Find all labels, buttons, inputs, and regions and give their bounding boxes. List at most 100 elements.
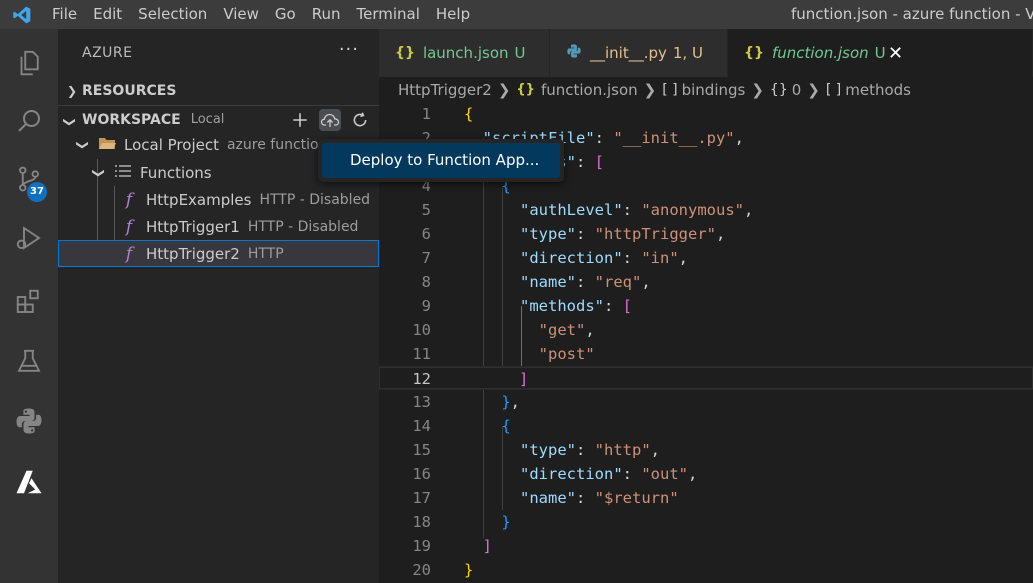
workspace-sublabel: Local bbox=[190, 112, 225, 127]
tab-init-py[interactable]: __init__.py 1, U bbox=[550, 29, 728, 77]
list-icon bbox=[114, 164, 132, 182]
code-line: 9 "methods": [ bbox=[421, 297, 633, 315]
function-icon: f bbox=[125, 189, 133, 210]
add-icon[interactable] bbox=[289, 109, 311, 131]
workspace-actions bbox=[289, 106, 371, 134]
local-project-desc: azure function bbox=[226, 136, 328, 153]
resources-section[interactable]: ❯ RESOURCES bbox=[58, 77, 379, 105]
run-debug-icon[interactable] bbox=[0, 210, 58, 266]
tab-label: __init__.py bbox=[590, 44, 667, 62]
tab-label: launch.json bbox=[422, 44, 509, 62]
python-file-icon bbox=[566, 43, 582, 63]
menu-go[interactable]: Go bbox=[267, 0, 304, 29]
activity-bar: 37 bbox=[0, 29, 58, 583]
chevron-right-icon: ❯ bbox=[497, 80, 511, 99]
azure-sidebar: AZURE ··· ❯ RESOURCES ❯ WORKSPACE Local … bbox=[58, 29, 379, 583]
extensions-icon[interactable] bbox=[0, 274, 58, 330]
code-line: 11 "post" bbox=[412, 345, 595, 363]
chevron-right-icon: ❯ bbox=[751, 80, 764, 99]
menu-file[interactable]: File bbox=[44, 0, 85, 29]
source-control-badge: 37 bbox=[27, 182, 47, 202]
tab-launch-json[interactable]: {} launch.json U bbox=[379, 29, 550, 77]
function-item[interactable]: f HttpExamples HTTP - Disabled bbox=[58, 186, 379, 213]
function-desc: HTTP bbox=[247, 245, 284, 262]
menu-edit[interactable]: Edit bbox=[85, 0, 130, 29]
code-line: 17 "name": "$return" bbox=[412, 489, 679, 507]
code-line: 1{ bbox=[421, 105, 474, 123]
refresh-icon[interactable] bbox=[349, 109, 371, 131]
deploy-to-function-app-item[interactable]: Deploy to Function App... bbox=[322, 143, 560, 178]
code-line: 8 "name": "req", bbox=[421, 273, 651, 291]
code-line: 10 "get", bbox=[412, 321, 595, 339]
json-file-icon: {} bbox=[395, 45, 415, 61]
breadcrumb-folder[interactable]: HttpTrigger2 bbox=[398, 81, 492, 99]
close-icon[interactable]: ✕ bbox=[888, 43, 903, 64]
function-item[interactable]: f HttpTrigger1 HTTP - Disabled bbox=[58, 213, 379, 240]
code-line: 14 { bbox=[412, 417, 511, 435]
function-label: HttpTrigger1 bbox=[146, 217, 240, 236]
function-item-selected[interactable]: f HttpTrigger2 HTTP bbox=[58, 240, 379, 267]
sidebar-title: AZURE bbox=[82, 45, 133, 61]
code-line: 5 "authLevel": "anonymous", bbox=[421, 201, 754, 219]
function-icon: f bbox=[125, 216, 133, 237]
tab-status: U bbox=[514, 44, 526, 62]
code-line: 19 ] bbox=[412, 537, 493, 555]
code-line: 15 "type": "http", bbox=[412, 441, 661, 459]
workspace-label: WORKSPACE bbox=[82, 111, 181, 128]
code-line: 6 "type": "httpTrigger", bbox=[421, 225, 726, 243]
vscode-logo-icon bbox=[0, 0, 44, 29]
menu-bar: File Edit Selection View Go Run Terminal… bbox=[44, 0, 478, 29]
breadcrumb: HttpTrigger2 ❯ {} function.json ❯ [ ] bi… bbox=[379, 77, 1033, 102]
title-bar: File Edit Selection View Go Run Terminal… bbox=[0, 0, 1033, 29]
chevron-down-icon: ❯ bbox=[63, 116, 77, 127]
deploy-context-menu: Deploy to Function App... bbox=[318, 139, 564, 182]
breadcrumb-methods[interactable]: methods bbox=[845, 81, 911, 99]
breadcrumb-bindings[interactable]: bindings bbox=[682, 81, 746, 99]
json-file-icon: {} bbox=[516, 82, 535, 97]
sidebar-header: AZURE ··· bbox=[58, 29, 379, 77]
chevron-right-icon: ❯ bbox=[66, 84, 78, 98]
source-control-icon[interactable]: 37 bbox=[0, 151, 58, 207]
deploy-cloud-icon[interactable] bbox=[319, 109, 341, 131]
tab-status: U bbox=[874, 44, 886, 62]
json-file-icon: {} bbox=[744, 45, 764, 61]
function-label: HttpTrigger2 bbox=[146, 244, 240, 263]
array-icon: [ ] bbox=[825, 81, 842, 98]
more-actions-icon[interactable]: ··· bbox=[339, 39, 359, 60]
testing-icon[interactable] bbox=[0, 334, 58, 390]
tab-function-json[interactable]: {} function.json U ✕ bbox=[728, 29, 1033, 77]
resources-label: RESOURCES bbox=[82, 83, 177, 99]
menu-view[interactable]: View bbox=[215, 0, 267, 29]
chevron-right-icon: ❯ bbox=[807, 80, 820, 99]
function-desc: HTTP - Disabled bbox=[259, 191, 371, 208]
azure-icon[interactable] bbox=[0, 454, 58, 510]
editor-tabs: {} launch.json U __init__.py 1, U {} fun… bbox=[379, 29, 1033, 77]
menu-run[interactable]: Run bbox=[304, 0, 349, 29]
breadcrumb-index[interactable]: 0 bbox=[792, 81, 802, 99]
code-line: 16 "direction": "out", bbox=[412, 465, 698, 483]
code-line: 7 "direction": "in", bbox=[421, 249, 688, 267]
function-label: HttpExamples bbox=[146, 190, 252, 209]
code-line: 20} bbox=[412, 561, 474, 579]
tab-label: function.json bbox=[771, 44, 869, 62]
breadcrumb-file[interactable]: function.json bbox=[541, 81, 638, 99]
code-line: 13 }, bbox=[412, 393, 521, 411]
function-icon: f bbox=[125, 243, 133, 264]
functions-label: Functions bbox=[140, 163, 212, 182]
menu-terminal[interactable]: Terminal bbox=[349, 0, 428, 29]
local-project-label: Local Project bbox=[124, 135, 219, 154]
project-folder-icon bbox=[98, 135, 116, 155]
chevron-right-icon: ❯ bbox=[643, 80, 657, 99]
code-line-current: 12 ] bbox=[379, 366, 1033, 390]
chevron-down-icon: ❯ bbox=[92, 167, 106, 178]
object-icon: {} bbox=[769, 81, 788, 98]
workspace-section[interactable]: ❯ WORKSPACE Local bbox=[58, 105, 379, 133]
search-icon[interactable] bbox=[0, 93, 58, 149]
tab-status: 1, U bbox=[672, 44, 703, 62]
explorer-icon[interactable] bbox=[0, 35, 58, 91]
code-line: 18 } bbox=[412, 513, 511, 531]
python-icon[interactable] bbox=[0, 393, 58, 449]
function-desc: HTTP - Disabled bbox=[247, 218, 359, 235]
menu-help[interactable]: Help bbox=[428, 0, 478, 29]
menu-selection[interactable]: Selection bbox=[130, 0, 215, 29]
